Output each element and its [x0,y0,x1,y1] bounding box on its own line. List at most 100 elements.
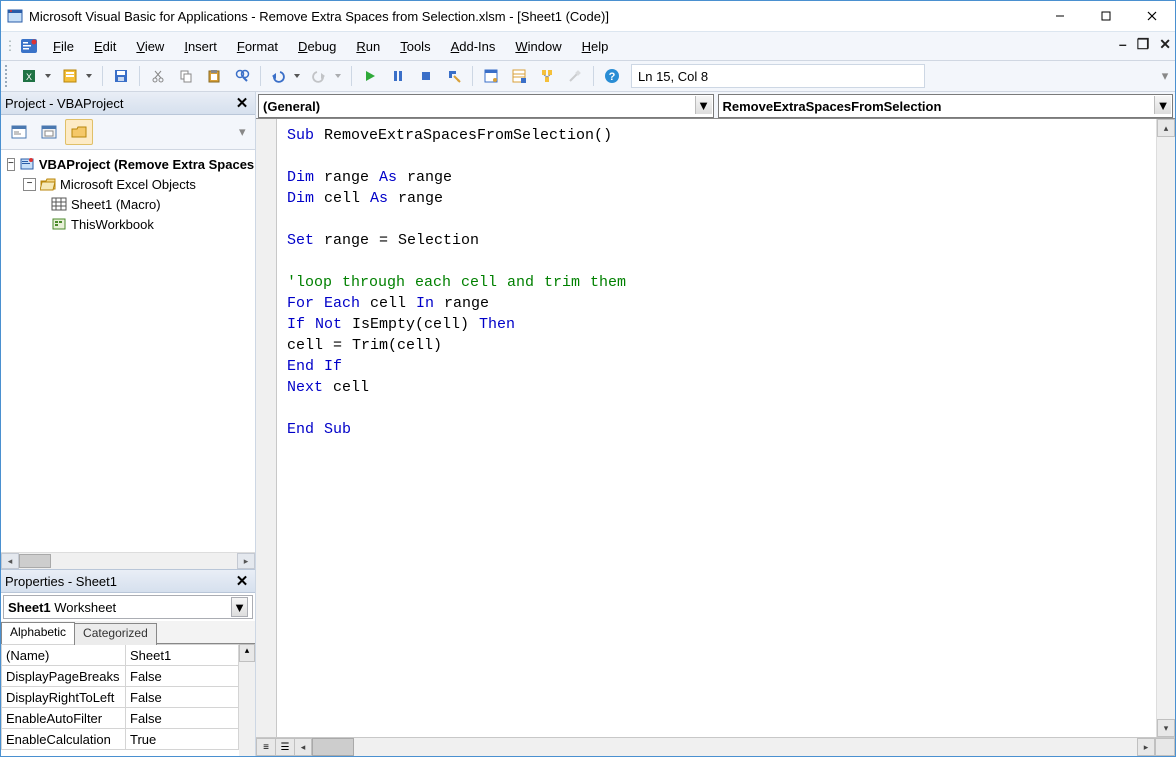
run-button[interactable] [357,63,383,89]
tree-item-thisworkbook[interactable]: ThisWorkbook [3,214,253,234]
workbook-icon [51,216,67,232]
view-object-button[interactable] [35,119,63,145]
copy-button[interactable] [173,63,199,89]
scroll-up-icon[interactable]: ▴ [1157,119,1175,137]
vba-app-icon [7,8,23,24]
property-row[interactable]: EnableAutoFilterFalse [2,708,239,729]
app-window: Microsoft Visual Basic for Applications … [0,0,1176,757]
collapse-icon[interactable]: − [23,178,36,191]
design-mode-button[interactable] [441,63,467,89]
menu-format[interactable]: Format [228,36,287,57]
menu-help[interactable]: Help [573,36,618,57]
menu-run[interactable]: Run [347,36,389,57]
view-code-button[interactable] [5,119,33,145]
properties-vscroll[interactable]: ▴ [239,644,255,756]
tree-folder[interactable]: − Microsoft Excel Objects [3,174,253,194]
properties-grid[interactable]: (Name)Sheet1DisplayPageBreaksFalseDispla… [1,644,239,756]
mdi-controls: – ❐ ✕ [1119,36,1171,53]
project-tree[interactable]: − VBAProject (Remove Extra Spaces from S… [1,150,255,552]
svg-text:?: ? [609,71,616,83]
property-row[interactable]: DisplayPageBreaksFalse [2,666,239,687]
dropdown-arrow-icon[interactable]: ▼ [231,597,248,617]
break-button[interactable] [385,63,411,89]
undo-button[interactable] [266,63,305,89]
menubar: ⋮ FileEditViewInsertFormatDebugRunToolsA… [1,32,1175,61]
mdi-restore-button[interactable]: ❐ [1137,36,1150,53]
scroll-down-icon[interactable]: ▾ [1157,719,1175,737]
maximize-button[interactable] [1083,1,1129,31]
project-hscroll[interactable]: ◂ ▸ [1,552,255,569]
property-tabs: Alphabetic Categorized [1,621,255,644]
properties-window-button[interactable] [506,63,532,89]
code-margin[interactable] [256,119,277,737]
tree-root[interactable]: − VBAProject (Remove Extra Spaces from S… [3,154,253,174]
menu-grip-icon: ⋮ [5,38,15,54]
tree-item-sheet1[interactable]: Sheet1 (Macro) [3,194,253,214]
menu-tools[interactable]: Tools [391,36,439,57]
project-explorer-button[interactable] [478,63,504,89]
collapse-icon[interactable]: − [7,158,15,171]
reset-button[interactable] [413,63,439,89]
procedure-combo[interactable]: RemoveExtraSpacesFromSelection ▼ [718,94,1174,118]
project-panel-title: Project - VBAProject ✕ [1,92,255,115]
dropdown-arrow-icon[interactable]: ▼ [1154,96,1171,114]
full-module-view-button[interactable]: ☰ [275,738,295,756]
properties-panel: Properties - Sheet1 ✕ Sheet1 Worksheet ▼… [1,569,255,756]
find-button[interactable] [229,63,255,89]
paste-button[interactable] [201,63,227,89]
titlebar: Microsoft Visual Basic for Applications … [1,1,1175,32]
object-browser-button[interactable] [534,63,560,89]
property-row[interactable]: DisplayRightToLeftFalse [2,687,239,708]
scroll-left-icon[interactable]: ◂ [1,553,19,569]
menu-view[interactable]: View [127,36,173,57]
tab-alphabetic[interactable]: Alphabetic [1,622,75,644]
menu-debug[interactable]: Debug [289,36,345,57]
vba-logo-icon [19,36,39,56]
procedure-view-button[interactable]: ≡ [256,738,276,756]
scroll-right-icon[interactable]: ▸ [1137,738,1155,756]
property-object-selector[interactable]: Sheet1 Worksheet ▼ [3,595,253,619]
menu-insert[interactable]: Insert [175,36,226,57]
object-combo[interactable]: (General) ▼ [258,94,714,118]
code-hscroll[interactable]: ◂ ▸ [294,738,1155,756]
code-window: (General) ▼ RemoveExtraSpacesFromSelecti… [256,92,1175,756]
cursor-position-status: Ln 15, Col 8 [631,64,925,88]
close-button[interactable] [1129,1,1175,31]
menu-edit[interactable]: Edit [85,36,125,57]
insert-module-button[interactable] [58,63,97,89]
code-vscroll[interactable]: ▴ ▾ [1156,119,1175,737]
project-toolbar-overflow[interactable]: ▾ [239,124,251,140]
code-editor[interactable]: Sub RemoveExtraSpacesFromSelection() Dim… [277,119,1156,737]
toolbar-grip-icon [5,65,13,87]
menu-addins[interactable]: Add-Ins [442,36,505,57]
minimize-button[interactable] [1037,1,1083,31]
cut-button[interactable] [145,63,171,89]
property-row[interactable]: (Name)Sheet1 [2,645,239,666]
redo-button[interactable] [307,63,346,89]
mdi-minimize-button[interactable]: – [1119,36,1127,53]
toggle-folders-button[interactable] [65,119,93,145]
properties-panel-title: Properties - Sheet1 ✕ [1,570,255,593]
menu-file[interactable]: File [44,36,83,57]
folder-open-icon [40,176,56,192]
help-button[interactable]: ? [599,63,625,89]
worksheet-icon [51,196,67,212]
svg-text:X: X [26,72,32,82]
project-explorer-panel: Project - VBAProject ✕ ▾ − VBAProject (R… [1,92,255,569]
mdi-close-button[interactable]: ✕ [1159,36,1171,53]
menu-window[interactable]: Window [506,36,570,57]
project-panel-close-button[interactable]: ✕ [233,94,251,112]
toolbox-button[interactable] [562,63,588,89]
vbaproject-icon [19,156,35,172]
properties-panel-close-button[interactable]: ✕ [233,572,251,590]
save-button[interactable] [108,63,134,89]
tab-categorized[interactable]: Categorized [74,623,157,645]
scroll-right-icon[interactable]: ▸ [237,553,255,569]
dropdown-arrow-icon[interactable]: ▼ [695,96,712,114]
property-row[interactable]: EnableCalculationTrue [2,729,239,750]
toolbar: X ? Ln 15, Col 8 ▾ [1,61,1175,92]
view-excel-button[interactable]: X [17,63,56,89]
window-title: Microsoft Visual Basic for Applications … [29,9,1037,24]
toolbar-overflow-icon[interactable]: ▾ [1159,64,1171,88]
scroll-left-icon[interactable]: ◂ [294,738,312,756]
